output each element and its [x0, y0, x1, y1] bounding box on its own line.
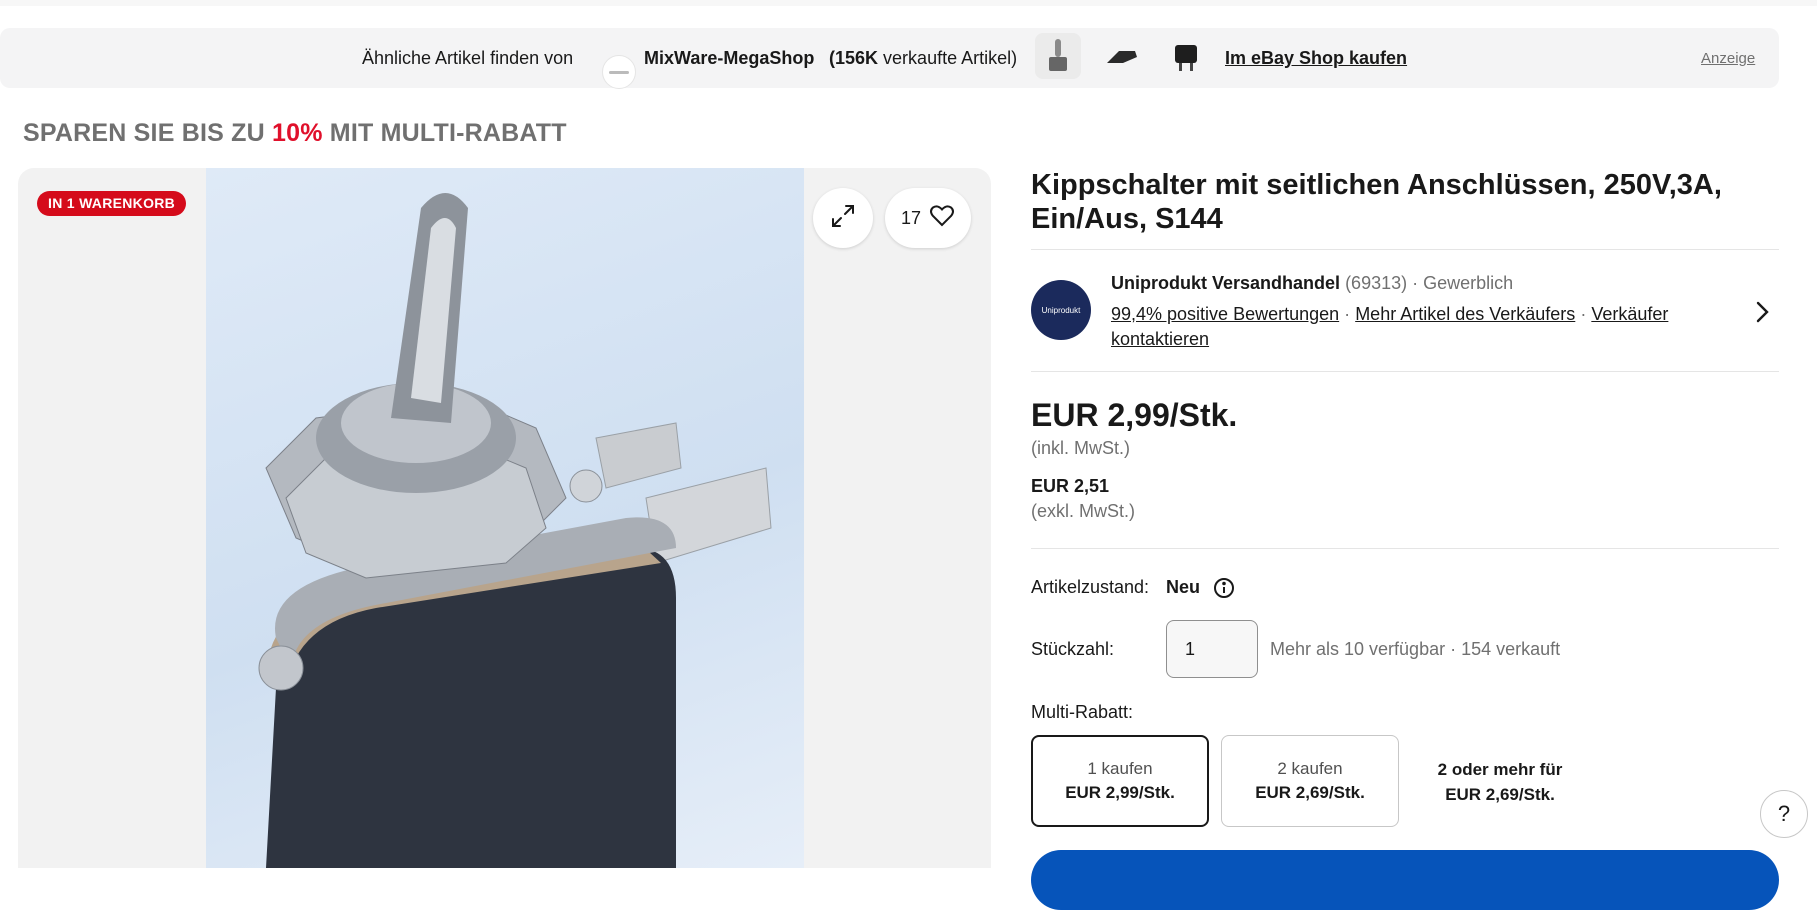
shop-link[interactable]: Im eBay Shop kaufen — [1225, 48, 1407, 69]
divider — [1031, 548, 1779, 549]
more-items-link[interactable]: Mehr Artikel des Verkäufers — [1355, 304, 1575, 324]
seller-feedback-count: (69313) — [1345, 273, 1408, 293]
item-price: EUR 2,99/Stk. — [1031, 397, 1238, 433]
similar-item-thumb[interactable] — [1163, 33, 1209, 79]
condition-label: Artikelzustand: — [1031, 577, 1150, 597]
seller-type: Gewerblich — [1423, 273, 1514, 293]
seller-logo[interactable]: Uniprodukt — [1031, 280, 1091, 340]
info-icon[interactable] — [1213, 577, 1235, 604]
quantity-label: Stückzahl: — [1031, 639, 1115, 659]
multibuy-heading: SPAREN SIE BIS ZU 10% MIT MULTI-RABATT — [23, 119, 567, 147]
chevron-right-icon[interactable] — [1752, 298, 1772, 331]
help-button[interactable]: ? — [1760, 790, 1808, 838]
condition-value: Neu — [1166, 577, 1201, 597]
listing-title: Kippschalter mit seitlichen Anschlüssen,… — [1031, 169, 1722, 235]
promo-label: Ähnliche Artikel finden von — [362, 48, 574, 68]
net-price: EUR 2,51 — [1031, 476, 1110, 496]
net-vat-note: (exkl. MwSt.) — [1031, 501, 1136, 521]
similar-item-thumb[interactable] — [1035, 33, 1081, 79]
cart-badge: IN 1 WARENKORB — [37, 191, 187, 216]
expand-button[interactable] — [813, 188, 873, 248]
divider — [1031, 371, 1779, 372]
top-strip — [0, 0, 1817, 6]
divider — [1031, 249, 1779, 250]
store-sold-count: (156K verkaufte Artikel) — [829, 48, 1018, 68]
promo-bar: Ähnliche Artikel finden von MixWare-Mega… — [0, 28, 1779, 89]
positive-feedback-link[interactable]: 99,4% positive Bewertungen — [1111, 304, 1339, 324]
expand-icon — [829, 202, 857, 235]
heart-icon — [929, 204, 955, 233]
seller-info: Uniprodukt Versandhandel (69313) · Gewer… — [1111, 273, 1514, 293]
seller-links: 99,4% positive Bewertungen · Mehr Artike… — [1111, 304, 1669, 349]
price-vat-note: (inkl. MwSt.) — [1031, 438, 1130, 458]
seller-name[interactable]: Uniprodukt Versandhandel — [1111, 273, 1340, 293]
image-gallery[interactable] — [18, 168, 991, 868]
product-photo[interactable] — [206, 168, 804, 868]
buy-now-button[interactable] — [1031, 850, 1779, 910]
tier-info: 2 oder mehr für EUR 2,69/Stk. — [1437, 760, 1563, 804]
ad-label[interactable]: Anzeige — [1701, 50, 1755, 67]
quantity-input[interactable] — [1166, 620, 1258, 678]
watch-button[interactable]: 17 — [885, 188, 971, 248]
quantity-availability: Mehr als 10 verfügbar · 154 verkauft — [1270, 639, 1561, 659]
tier-option-1[interactable]: 1 kaufen EUR 2,99/Stk. — [1031, 735, 1209, 827]
multi-rabatt-label: Multi-Rabatt: — [1031, 702, 1134, 722]
store-logo-icon[interactable] — [602, 55, 636, 89]
tier-option-2[interactable]: 2 kaufen EUR 2,69/Stk. — [1221, 735, 1399, 827]
similar-item-thumb[interactable] — [1099, 33, 1145, 79]
watch-count: 17 — [900, 207, 922, 228]
store-name[interactable]: MixWare-MegaShop — [644, 48, 814, 69]
